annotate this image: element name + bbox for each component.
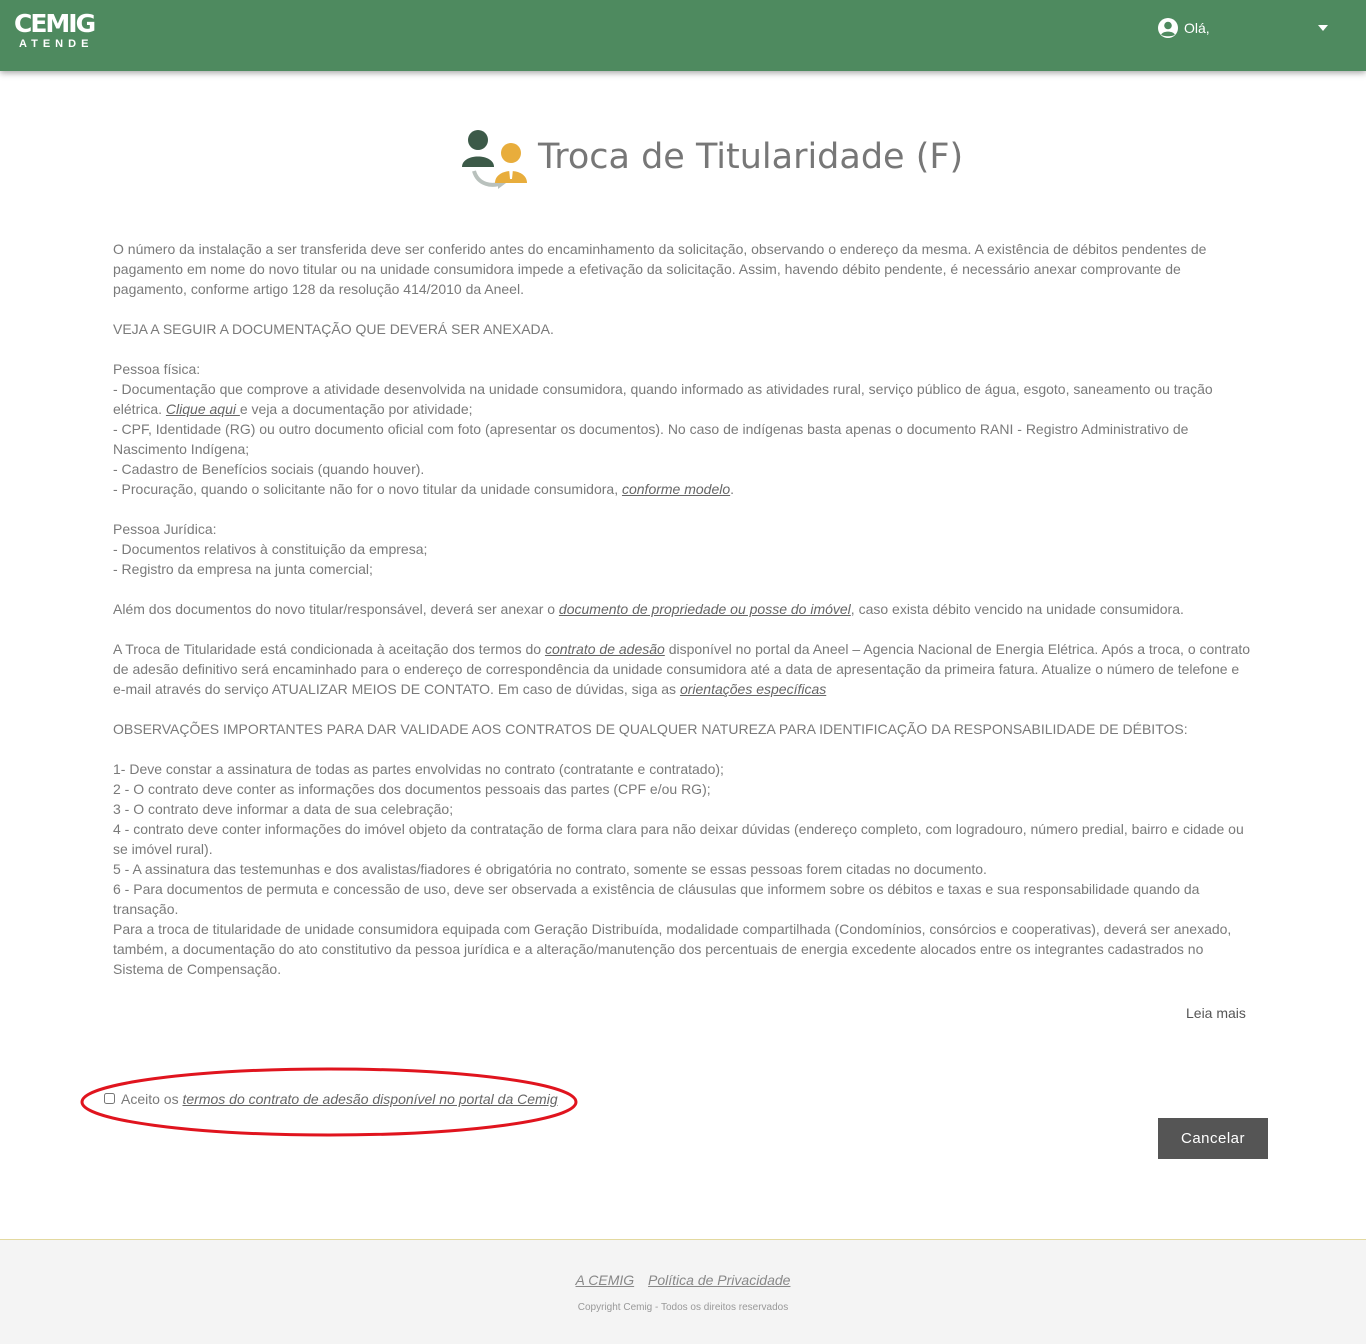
accept-terms-checkbox[interactable]	[104, 1093, 115, 1104]
pf-item-documents: - CPF, Identidade (RG) ou outro document…	[113, 421, 1189, 457]
terms-link[interactable]: termos do contrato de adesão disponível …	[182, 1091, 557, 1107]
intro-paragraph: O número da instalação a ser transferida…	[113, 241, 1207, 297]
property-paragraph: Além dos documentos do novo titular/resp…	[113, 601, 1184, 617]
logo-sub-text: ATENDE	[19, 38, 94, 50]
privacy-policy-link[interactable]: Política de Privacidade	[648, 1272, 790, 1288]
user-circle-icon	[1158, 18, 1178, 38]
clique-aqui-link[interactable]: Clique aqui	[166, 401, 240, 417]
user-menu[interactable]: Olá,	[1157, 17, 1337, 39]
observation-item: 1- Deve constar a assinatura de todas as…	[113, 761, 724, 777]
pessoa-fisica-title: Pessoa física:	[113, 361, 201, 377]
cemig-atende-logo[interactable]: CEMIG ATENDE	[14, 10, 104, 54]
observation-item: 2 - O contrato deve conter as informaçõe…	[113, 781, 711, 797]
top-bar: CEMIG ATENDE Olá,	[0, 0, 1366, 71]
observation-item: 4 - contrato deve conter informações do …	[113, 821, 1244, 857]
copyright-text: Copyright Cemig - Todos os direitos rese…	[577, 1302, 789, 1313]
pf-item-benefits: - Cadastro de Benefícios sociais (quando…	[113, 461, 425, 477]
property-document-link[interactable]: documento de propriedade ou posse do imó…	[559, 601, 851, 617]
pj-item-constitution: - Documentos relativos à constituição da…	[113, 541, 428, 557]
user-greeting: Olá,	[1184, 20, 1210, 36]
a-cemig-link[interactable]: A CEMIG	[576, 1272, 635, 1288]
observation-item: 5 - A assinatura das testemunhas e dos a…	[113, 861, 987, 877]
conforme-modelo-link[interactable]: conforme modelo	[622, 481, 730, 497]
leia-mais-link[interactable]: Leia mais	[1186, 1005, 1246, 1021]
pf-item-activity: - Documentação que comprove a atividade …	[113, 381, 1213, 417]
observations-heading: OBSERVAÇÕES IMPORTANTES PARA DAR VALIDAD…	[113, 721, 1188, 737]
instructions-text: O número da instalação a ser transferida…	[113, 239, 1253, 979]
distributed-generation-paragraph: Para a troca de titularidade de unidade …	[113, 921, 1232, 977]
documentation-heading: VEJA A SEGUIR A DOCUMENTAÇÃO QUE DEVERÁ …	[113, 321, 554, 337]
cancel-button[interactable]: Cancelar	[1158, 1118, 1268, 1159]
observation-item: 3 - O contrato deve informar a data de s…	[113, 801, 454, 817]
pj-item-registry: - Registro da empresa na junta comercial…	[113, 561, 373, 577]
orientacoes-link[interactable]: orientações específicas	[680, 681, 826, 697]
transfer-owner-icon	[462, 130, 527, 189]
observation-item: 6 - Para documentos de permuta e concess…	[113, 881, 1200, 917]
logo-main-text: CEMIG	[14, 9, 96, 38]
footer-links: A CEMIG Política de Privacidade	[0, 1272, 1366, 1288]
accept-terms-label: Aceito os termos do contrato de adesão d…	[121, 1091, 558, 1107]
pf-item-procuration: - Procuração, quando o solicitante não f…	[113, 481, 735, 497]
page-title: Troca de Titularidade (F)	[538, 137, 964, 177]
contrato-adesao-link[interactable]: contrato de adesão	[545, 641, 665, 657]
pessoa-juridica-title: Pessoa Jurídica:	[113, 521, 217, 537]
contract-paragraph: A Troca de Titularidade está condicionad…	[113, 641, 1251, 697]
caret-down-icon[interactable]	[1318, 25, 1328, 31]
footer: A CEMIG Política de Privacidade Copyrigh…	[0, 1239, 1366, 1344]
